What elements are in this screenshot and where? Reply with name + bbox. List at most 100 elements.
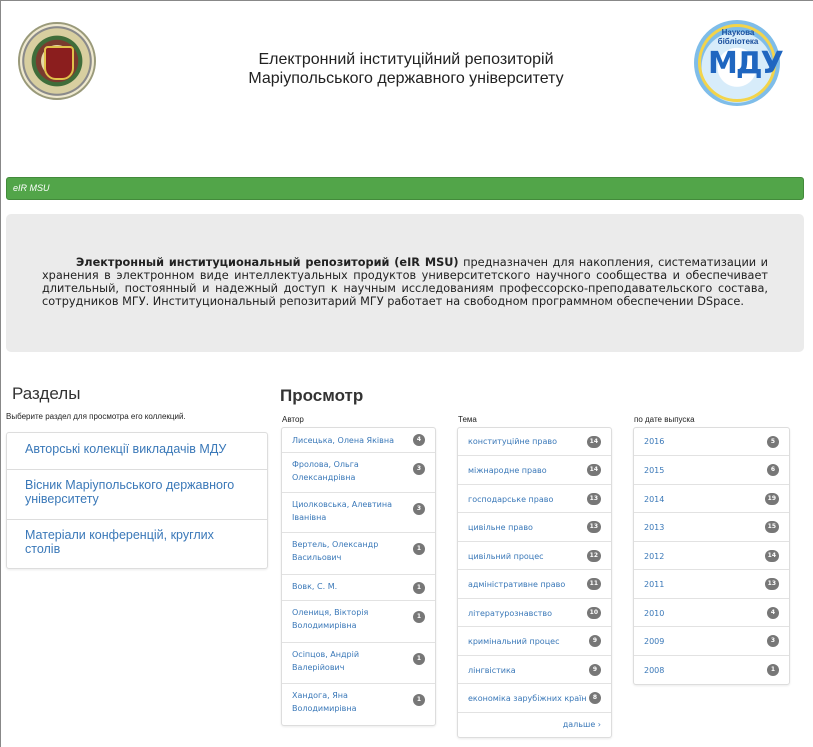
- date-year: 2009: [644, 637, 665, 646]
- author-name: Вовк, С. М.: [292, 582, 338, 591]
- count-badge: 1: [413, 611, 425, 623]
- breadcrumb-item-home[interactable]: eIR MSU: [13, 183, 50, 193]
- subject-item[interactable]: цивільний процес 12: [458, 542, 611, 570]
- count-badge: 6: [767, 464, 779, 476]
- subject-item[interactable]: міжнародне право 14: [458, 456, 611, 485]
- date-year: 2016: [644, 437, 665, 446]
- subject-item[interactable]: цивільне право 13: [458, 513, 611, 542]
- author-item[interactable]: Циолковська, Алевтина Іванівна 3: [282, 493, 435, 533]
- count-badge: 9: [589, 663, 601, 676]
- library-logo[interactable]: Наукова бібліотека МДУ: [694, 20, 784, 106]
- sections-heading: Разделы: [12, 384, 81, 403]
- count-badge: 14: [586, 464, 601, 476]
- count-badge: 11: [586, 578, 601, 590]
- subject-item[interactable]: господарське право 13: [458, 485, 611, 513]
- date-year: 2008: [644, 666, 665, 675]
- subject-column-label: Тема: [458, 415, 477, 424]
- count-badge: 13: [586, 521, 601, 533]
- date-year: 2011: [644, 580, 665, 589]
- author-name: Хандога, Яна Володимирівна: [292, 691, 357, 713]
- subject-name: адміністративне право: [468, 580, 566, 589]
- count-badge: 12: [586, 549, 601, 562]
- subject-name: господарське право: [468, 495, 554, 504]
- date-year: 2013: [644, 523, 665, 532]
- count-badge: 1: [413, 581, 425, 594]
- subject-list: конституційне право 14 міжнародне право 14…: [457, 427, 612, 738]
- section-link[interactable]: Матеріали конференцій, круглих столів: [7, 520, 267, 568]
- count-badge: 9: [589, 635, 601, 647]
- subject-item[interactable]: літературознавство 10: [458, 599, 611, 627]
- count-badge: 1: [413, 543, 425, 555]
- date-list: 2016 5 2015 6 2014 19 2013 15 2012 14 2011 13 …: [633, 427, 790, 685]
- author-name: Фролова, Ольга Олександрівна: [292, 460, 359, 482]
- subject-item[interactable]: лінгвістика 9: [458, 656, 611, 684]
- count-badge: 13: [586, 492, 601, 505]
- count-badge: 13: [764, 578, 779, 590]
- count-badge: 19: [764, 492, 779, 505]
- author-item[interactable]: Хандога, Яна Володимирівна 1: [282, 684, 435, 725]
- count-badge: 3: [767, 635, 779, 647]
- count-badge: 4: [413, 434, 425, 446]
- subject-name: економіка зарубіжних країн: [468, 694, 587, 703]
- count-badge: 14: [764, 549, 779, 562]
- author-list: Лисецька, Олена Яківна 4 Фролова, Ольга О…: [281, 427, 436, 726]
- section-link[interactable]: Вісник Маріупольського державного універ…: [7, 470, 267, 520]
- author-column-label: Автор: [282, 415, 304, 424]
- date-item[interactable]: 2010 4: [634, 599, 789, 627]
- author-item[interactable]: Вовк, С. М. 1: [282, 575, 435, 601]
- site-title[interactable]: Електронний інституційний репозиторій Ма…: [226, 50, 586, 88]
- author-item[interactable]: Осіпцов, Андрій Валерійович 1: [282, 643, 435, 684]
- date-item[interactable]: 2008 1: [634, 656, 789, 684]
- author-name: Осіпцов, Андрій Валерійович: [292, 650, 360, 672]
- intro-bold-text: Электронный институциональный репозитори…: [76, 256, 459, 269]
- subject-name: літературознавство: [468, 609, 553, 618]
- date-item[interactable]: 2014 19: [634, 485, 789, 513]
- subject-item[interactable]: конституційне право 14: [458, 428, 611, 456]
- count-badge: 14: [586, 435, 601, 448]
- date-item[interactable]: 2015 6: [634, 456, 789, 485]
- count-badge: 3: [413, 503, 425, 515]
- sections-subtitle: Выберите раздел для просмотра его коллек…: [6, 412, 186, 421]
- count-badge: 1: [413, 653, 425, 665]
- author-item[interactable]: Лисецька, Олена Яківна 4: [282, 428, 435, 453]
- emblem-shield: [44, 46, 74, 80]
- count-badge: 3: [413, 463, 425, 475]
- subject-name: міжнародне право: [468, 466, 547, 475]
- sections-list: Авторські колекції викладачів МДУ Вісник…: [6, 432, 268, 569]
- author-name: Циолковська, Алевтина Іванівна: [292, 500, 393, 522]
- breadcrumb: eIR MSU: [6, 177, 804, 200]
- date-year: 2015: [644, 466, 665, 475]
- section-link[interactable]: Авторські колекції викладачів МДУ: [7, 433, 267, 470]
- university-emblem-logo[interactable]: [18, 22, 96, 100]
- author-item[interactable]: Олениця, Вікторія Володимирівна 1: [282, 601, 435, 643]
- date-item[interactable]: 2013 15: [634, 513, 789, 542]
- library-logo-mark: МДУ: [708, 46, 784, 81]
- date-column-label: по дате выпуска: [634, 415, 695, 424]
- count-badge: 15: [764, 521, 779, 533]
- subject-name: цивільний процес: [468, 552, 544, 561]
- date-item[interactable]: 2012 14: [634, 542, 789, 570]
- date-year: 2014: [644, 495, 665, 504]
- subject-item[interactable]: економіка зарубіжних країн 8: [458, 684, 611, 713]
- author-name: Лисецька, Олена Яківна: [292, 436, 394, 445]
- subject-name: кримінальний процес: [468, 637, 560, 646]
- author-item[interactable]: Вертель, Олександр Васильович 1: [282, 533, 435, 575]
- count-badge: 5: [767, 435, 779, 448]
- browse-heading: Просмотр: [280, 386, 364, 405]
- author-name: Вертель, Олександр Васильович: [292, 540, 379, 562]
- author-item[interactable]: Фролова, Ольга Олександрівна 3: [282, 453, 435, 493]
- library-logo-arc-text: Наукова бібліотека: [717, 28, 759, 46]
- author-name: Олениця, Вікторія Володимирівна: [292, 608, 369, 630]
- date-year: 2012: [644, 552, 665, 561]
- subject-item[interactable]: кримінальний процес 9: [458, 627, 611, 656]
- count-badge: 1: [413, 694, 425, 706]
- date-item[interactable]: 2011 13: [634, 570, 789, 599]
- subject-name: цивільне право: [468, 523, 533, 532]
- subject-more-link[interactable]: дальше ›: [458, 713, 611, 737]
- count-badge: 4: [767, 606, 779, 619]
- intro-box: Электронный институциональный репозитори…: [6, 214, 804, 352]
- date-item[interactable]: 2016 5: [634, 428, 789, 456]
- date-item[interactable]: 2009 3: [634, 627, 789, 656]
- subject-item[interactable]: адміністративне право 11: [458, 570, 611, 599]
- count-badge: 8: [589, 692, 601, 704]
